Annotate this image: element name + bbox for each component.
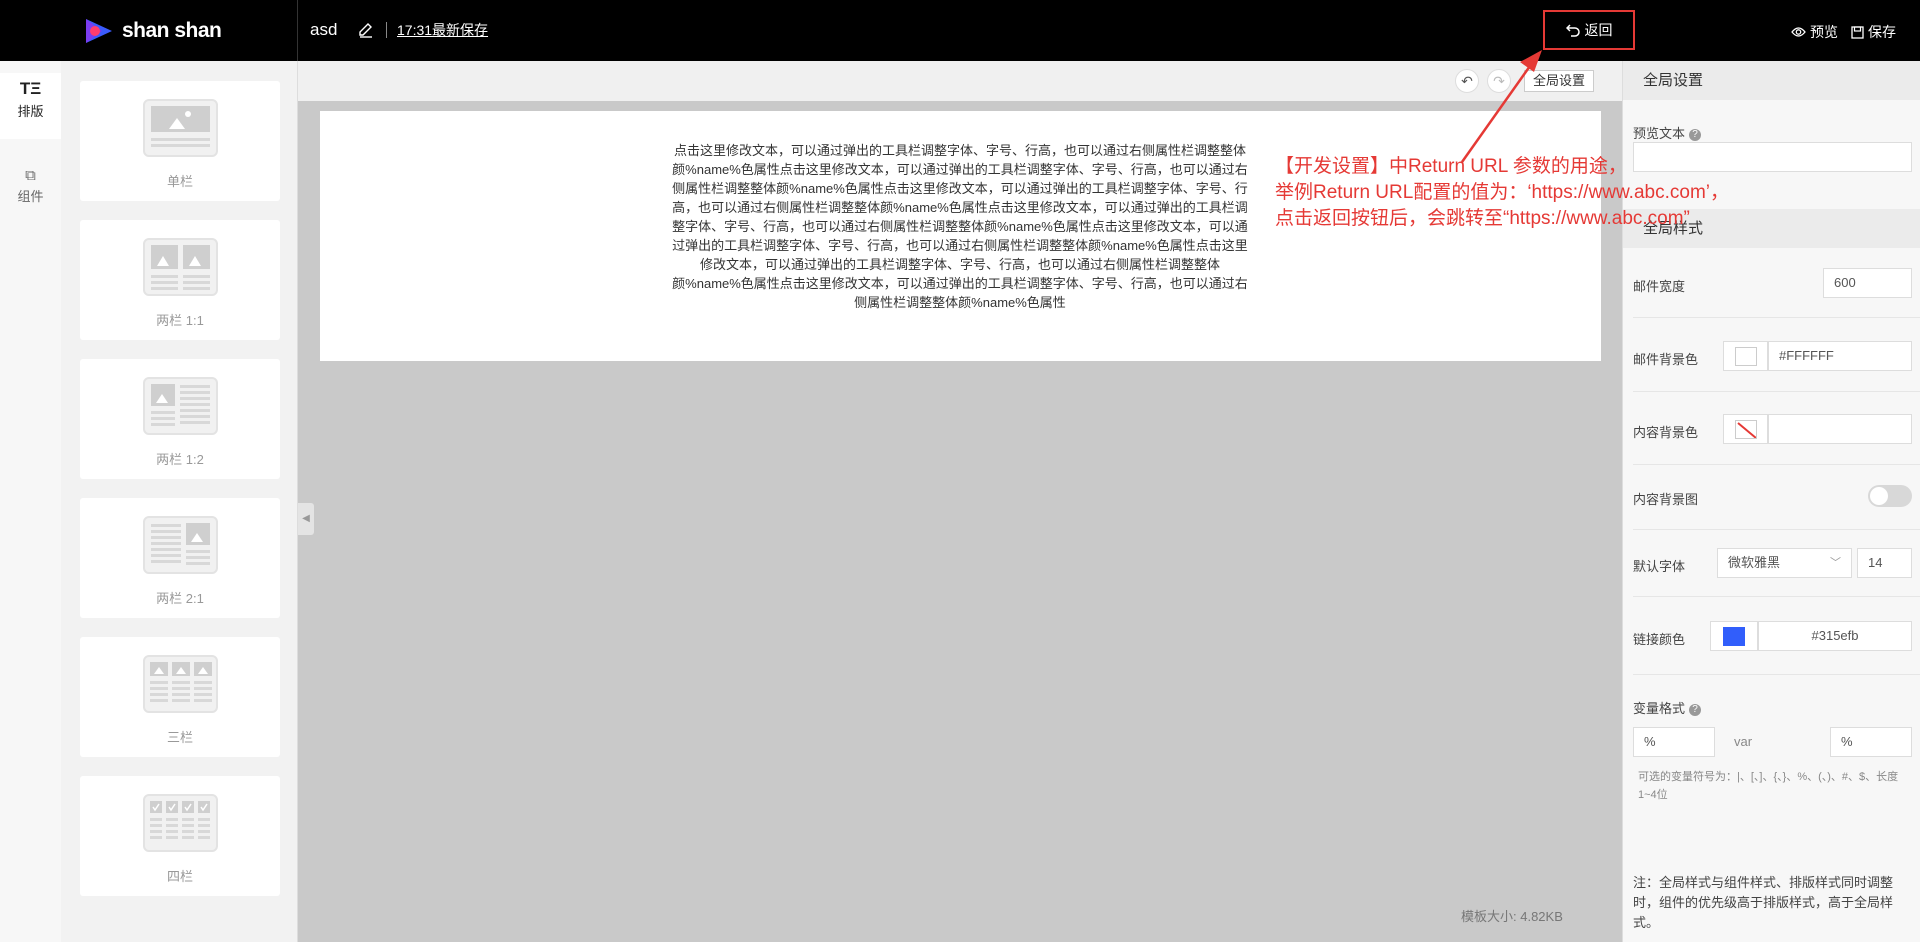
annotation-line: 举例Return URL配置的值为：‘https://www.abc.com’， bbox=[1275, 182, 1729, 203]
undo-button[interactable]: ↶ bbox=[1455, 69, 1479, 93]
global-settings-header: 全局设置 bbox=[1623, 61, 1920, 100]
annotation-line: 点击返回按钮后，会跳转至“https://www.abc.com” bbox=[1275, 208, 1690, 229]
nav-item-label: 排版 bbox=[17, 104, 44, 119]
var-prefix-input[interactable]: % bbox=[1633, 727, 1715, 757]
two-column-1-1-thumbnail bbox=[143, 238, 218, 296]
component-icon: ⧉ bbox=[25, 167, 36, 184]
layout-icon: TΞ bbox=[19, 79, 42, 98]
layout-label: 单栏 bbox=[166, 174, 193, 189]
canvas-toolbar: ↶ ↷ 全局设置 bbox=[298, 61, 1622, 101]
content-bg-image-toggle[interactable] bbox=[1868, 485, 1912, 507]
layout-label: 三栏 bbox=[166, 730, 193, 745]
save-button[interactable]: 保存 bbox=[1851, 22, 1896, 42]
layout-four-column[interactable]: 四栏 bbox=[80, 776, 280, 896]
var-suffix-input[interactable]: % bbox=[1830, 727, 1912, 757]
link-color-fill bbox=[1723, 627, 1745, 646]
default-font-label: 默认字体 bbox=[1633, 559, 1686, 574]
layout-three-column[interactable]: 三栏 bbox=[80, 637, 280, 757]
mail-bg-color-input[interactable]: #FFFFFF bbox=[1768, 341, 1912, 371]
divider bbox=[1633, 391, 1920, 392]
nav-item-layout[interactable]: TΞ 排版 bbox=[0, 73, 61, 139]
email-text-block[interactable]: 点击这里修改文本，可以通过弹出的工具栏调整字体、字号、行高，也可以通过右侧属性栏… bbox=[670, 141, 1250, 312]
var-format-hint: 可选的变量符号为：|、[、]、{、}、%、(、)、#、$、长度1~4位 bbox=[1638, 771, 1899, 801]
help-icon[interactable]: ? bbox=[1689, 704, 1702, 716]
divider bbox=[1633, 529, 1920, 530]
last-saved-time[interactable]: 17:31最新保存 bbox=[386, 22, 488, 38]
link-color-label: 链接颜色 bbox=[1633, 632, 1686, 647]
left-nav: TΞ 排版 ⧉ 组件 bbox=[0, 61, 61, 942]
content-bg-color-swatch[interactable] bbox=[1723, 414, 1768, 444]
return-button[interactable]: 返回 bbox=[1543, 10, 1635, 50]
layout-label: 两栏 1:2 bbox=[156, 452, 204, 467]
content-bg-label: 内容背景色 bbox=[1633, 425, 1699, 440]
annotation-line: 【开发设置】中Return URL 参数的用途， bbox=[1275, 156, 1627, 177]
var-middle-label: var bbox=[1734, 734, 1753, 749]
link-color-swatch[interactable] bbox=[1710, 621, 1758, 651]
single-column-thumbnail bbox=[143, 99, 218, 157]
layout-label: 四栏 bbox=[166, 869, 193, 884]
nav-item-components[interactable]: ⧉ 组件 bbox=[0, 161, 61, 227]
layout-label: 两栏 2:1 bbox=[156, 591, 204, 606]
default-font-size-input[interactable]: 14 bbox=[1857, 548, 1912, 578]
annotation-note: 【开发设置】中Return URL 参数的用途， 举例Return URL配置的… bbox=[1275, 154, 1729, 232]
layout-panel: 单栏 两栏 1:1 两栏 1:2 两栏 2:1 三栏 四栏 bbox=[61, 61, 298, 942]
chevron-down-icon: ﹀ bbox=[1830, 557, 1841, 569]
divider bbox=[1633, 596, 1920, 597]
save-label: 保存 bbox=[1868, 24, 1896, 40]
eye-icon bbox=[1791, 27, 1806, 37]
return-label: 返回 bbox=[1584, 22, 1613, 38]
mail-bg-label: 邮件背景色 bbox=[1633, 352, 1699, 367]
nav-item-label: 组件 bbox=[17, 189, 44, 204]
mail-width-input[interactable]: 600 bbox=[1823, 268, 1912, 298]
layout-two-column-1-1[interactable]: 两栏 1:1 bbox=[80, 220, 280, 340]
save-disk-icon bbox=[1851, 25, 1864, 39]
preview-label: 预览 bbox=[1810, 24, 1838, 40]
collapse-panel-handle[interactable]: ◀ bbox=[298, 503, 314, 535]
logo-icon bbox=[86, 18, 112, 43]
document-title: asd bbox=[310, 20, 338, 39]
divider bbox=[1633, 317, 1920, 318]
layout-single-column[interactable]: 单栏 bbox=[80, 81, 280, 201]
divider bbox=[1633, 674, 1920, 675]
default-font-value: 微软雅黑 bbox=[1728, 555, 1781, 570]
divider bbox=[1633, 464, 1920, 465]
help-icon[interactable]: ? bbox=[1689, 129, 1702, 141]
email-content-area[interactable]: 点击这里修改文本，可以通过弹出的工具栏调整字体、字号、行高，也可以通过右侧属性栏… bbox=[320, 111, 1601, 361]
template-size: 模板大小: 4.82KB bbox=[1461, 909, 1563, 924]
mail-width-label: 邮件宽度 bbox=[1633, 279, 1686, 294]
global-settings-button[interactable]: 全局设置 bbox=[1524, 70, 1595, 92]
layout-label: 两栏 1:1 bbox=[156, 313, 204, 328]
preview-text-label: 预览文本? bbox=[1633, 123, 1702, 142]
return-arrow-icon bbox=[1565, 24, 1580, 37]
content-bg-color-input[interactable] bbox=[1768, 414, 1912, 444]
layout-two-column-2-1[interactable]: 两栏 2:1 bbox=[80, 498, 280, 618]
mail-bg-color-swatch[interactable] bbox=[1723, 341, 1768, 371]
content-bg-image-label: 内容背景图 bbox=[1633, 492, 1699, 507]
layout-two-column-1-2[interactable]: 两栏 1:2 bbox=[80, 359, 280, 479]
four-column-thumbnail bbox=[143, 794, 218, 852]
default-font-select[interactable]: 微软雅黑 ﹀ bbox=[1717, 548, 1852, 578]
preview-button[interactable]: 预览 bbox=[1791, 22, 1838, 42]
edit-pencil-icon[interactable] bbox=[357, 21, 375, 39]
top-bar: shan shan asd 17:31最新保存 返回 预览 保存 bbox=[0, 0, 1920, 61]
two-column-2-1-thumbnail bbox=[143, 516, 218, 574]
link-color-input[interactable]: #315efb bbox=[1758, 621, 1912, 651]
logo-text: shan shan bbox=[122, 18, 222, 42]
two-column-1-2-thumbnail bbox=[143, 377, 218, 435]
logo[interactable]: shan shan bbox=[0, 0, 298, 61]
three-column-thumbnail bbox=[143, 655, 218, 713]
var-format-label: 变量格式? bbox=[1633, 698, 1702, 717]
redo-button[interactable]: ↷ bbox=[1487, 69, 1511, 93]
priority-note: 注：全局样式与组件样式、排版样式同时调整时，组件的优先级高于排版样式，高于全局样… bbox=[1633, 875, 1894, 930]
